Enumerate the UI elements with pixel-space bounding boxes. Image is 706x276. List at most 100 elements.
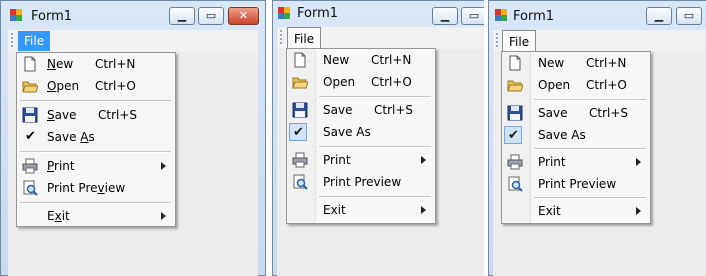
- menu-item-save-as[interactable]: ✔ Save As: [17, 127, 175, 147]
- window-title: Form1: [513, 9, 555, 24]
- shortcut-save: Ctrl+S: [589, 106, 629, 120]
- printer-icon: [292, 152, 308, 168]
- shortcut-save: Ctrl+S: [374, 103, 414, 117]
- open-folder-icon: [292, 77, 308, 89]
- window-title: Form1: [31, 9, 73, 24]
- menu-item-print-preview[interactable]: Print Preview: [17, 178, 175, 198]
- shortcut-new: Ctrl+N: [371, 53, 412, 67]
- maximize-icon: ▭: [468, 9, 480, 22]
- menu-item-new[interactable]: New Ctrl+N: [502, 53, 650, 73]
- menu-item-save-as[interactable]: ✔ Save As: [287, 122, 435, 142]
- menu-separator: [534, 197, 646, 199]
- menu-separator: [20, 151, 171, 153]
- menu-separator: [534, 99, 646, 101]
- submenu-arrow-icon: [636, 158, 641, 166]
- menu-item-save[interactable]: Save Ctrl+S: [287, 100, 435, 120]
- print-preview-icon: [293, 174, 308, 190]
- submenu-arrow-icon: [161, 162, 166, 170]
- menu-label-save-as: Save As: [323, 125, 371, 139]
- menu-grip[interactable]: [496, 33, 498, 48]
- menu-item-new[interactable]: New Ctrl+N: [17, 54, 175, 74]
- open-folder-icon: [22, 81, 38, 93]
- window-panel-2: Form1 ▁ ▭ File New Ctrl+N Open Ctrl+O Sa…: [272, 0, 484, 276]
- menu-item-exit[interactable]: Exit: [17, 206, 175, 226]
- menu-separator: [20, 100, 171, 102]
- shortcut-new: Ctrl+N: [586, 56, 627, 70]
- file-menu-label: File: [24, 34, 45, 48]
- menu-separator: [319, 196, 431, 198]
- menu-item-save-as[interactable]: ✔ Save As: [502, 125, 650, 145]
- checkmark-icon: ✔: [25, 129, 36, 144]
- form-app-icon: [278, 7, 290, 19]
- file-menu-label: File: [294, 32, 315, 46]
- file-menu[interactable]: File: [502, 30, 537, 52]
- floppy-save-icon: [507, 105, 523, 121]
- file-menu-label: File: [509, 35, 530, 49]
- file-dropdown: New Ctrl+N Open Ctrl+O Save Ctrl+S ✔ Sav…: [501, 51, 651, 224]
- menu-item-new[interactable]: New Ctrl+N: [287, 50, 435, 70]
- maximize-button[interactable]: ▭: [676, 7, 702, 25]
- form-app-icon: [10, 9, 22, 21]
- menu-item-open[interactable]: Open Ctrl+O: [502, 75, 650, 95]
- menu-item-save[interactable]: Save Ctrl+S: [502, 103, 650, 123]
- menu-item-print[interactable]: Print: [287, 150, 435, 170]
- menu-item-print-preview[interactable]: Print Preview: [287, 172, 435, 192]
- close-button[interactable]: ✕: [228, 7, 259, 25]
- maximize-icon: ▭: [683, 9, 695, 22]
- window-panel-1: Form1 ▁ ▭ ✕ File New Ctrl+N Open Ctrl+O …: [0, 0, 266, 276]
- menu-label-save: Save: [538, 106, 568, 120]
- form-client-area: File New Ctrl+N Open Ctrl+O Save Ctrl+S …: [8, 30, 258, 276]
- menu-item-open[interactable]: Open Ctrl+O: [17, 76, 175, 96]
- menu-item-exit[interactable]: Exit: [287, 200, 435, 220]
- menu-separator: [20, 202, 171, 204]
- maximize-button[interactable]: ▭: [198, 7, 224, 25]
- menu-item-exit[interactable]: Exit: [502, 201, 650, 221]
- menu-separator: [319, 146, 431, 148]
- file-dropdown: New Ctrl+N Open Ctrl+O Save Ctrl+S ✔ Sav…: [286, 48, 436, 224]
- form-client-area: File New Ctrl+N Open Ctrl+O Save Ctrl+S …: [277, 27, 484, 276]
- print-preview-icon: [508, 176, 523, 192]
- title-bar: Form1 ▁ ▭ ✕: [0, 0, 266, 32]
- form-client-area: File New Ctrl+N Open Ctrl+O Save Ctrl+S …: [493, 30, 706, 276]
- minimize-icon: ▁: [177, 9, 187, 22]
- minimize-icon: ▁: [654, 9, 664, 22]
- submenu-arrow-icon: [421, 156, 426, 164]
- menu-item-open[interactable]: Open Ctrl+O: [287, 72, 435, 92]
- menu-item-print[interactable]: Print: [17, 156, 175, 176]
- file-menu[interactable]: File: [287, 27, 322, 49]
- minimize-button[interactable]: ▁: [432, 7, 458, 25]
- menu-separator: [534, 148, 646, 150]
- close-icon: ✕: [238, 9, 249, 22]
- menu-item-print-preview[interactable]: Print Preview: [502, 174, 650, 194]
- checkmark-icon: ✔: [508, 128, 519, 143]
- window-title: Form1: [297, 6, 339, 21]
- menu-bar: File: [493, 30, 706, 52]
- menu-label-print: Print: [323, 153, 351, 167]
- minimize-button[interactable]: ▁: [646, 7, 672, 25]
- window-panel-3: Form1 ▁ ▭ File New Ctrl+N Open Ctrl+O Sa…: [488, 0, 706, 276]
- menu-label-new: New: [538, 56, 565, 70]
- menu-label-save-as: Save As: [538, 128, 586, 142]
- maximize-button[interactable]: ▭: [461, 7, 484, 25]
- new-document-icon: [294, 52, 306, 68]
- minimize-button[interactable]: ▁: [169, 7, 195, 25]
- shortcut-new: Ctrl+N: [95, 57, 136, 71]
- menu-label-print-preview: Print Preview: [323, 175, 402, 189]
- form-app-icon: [495, 9, 507, 21]
- file-menu[interactable]: File: [18, 31, 51, 51]
- menu-label-new: New: [323, 53, 350, 67]
- shortcut-save: Ctrl+S: [98, 108, 138, 122]
- print-preview-icon: [23, 180, 38, 196]
- menu-bar: File: [277, 27, 484, 49]
- menu-label-open: Open: [323, 75, 356, 89]
- menu-item-print[interactable]: Print: [502, 152, 650, 172]
- menu-label-print: Print: [538, 155, 566, 169]
- checked-box: ✔: [289, 123, 307, 141]
- printer-icon: [507, 154, 523, 170]
- menu-grip[interactable]: [280, 30, 282, 45]
- menu-grip[interactable]: [11, 33, 13, 48]
- open-folder-icon: [507, 80, 523, 92]
- menu-item-save[interactable]: Save Ctrl+S: [17, 105, 175, 125]
- submenu-arrow-icon: [421, 206, 426, 214]
- checked-box: ✔: [504, 126, 522, 144]
